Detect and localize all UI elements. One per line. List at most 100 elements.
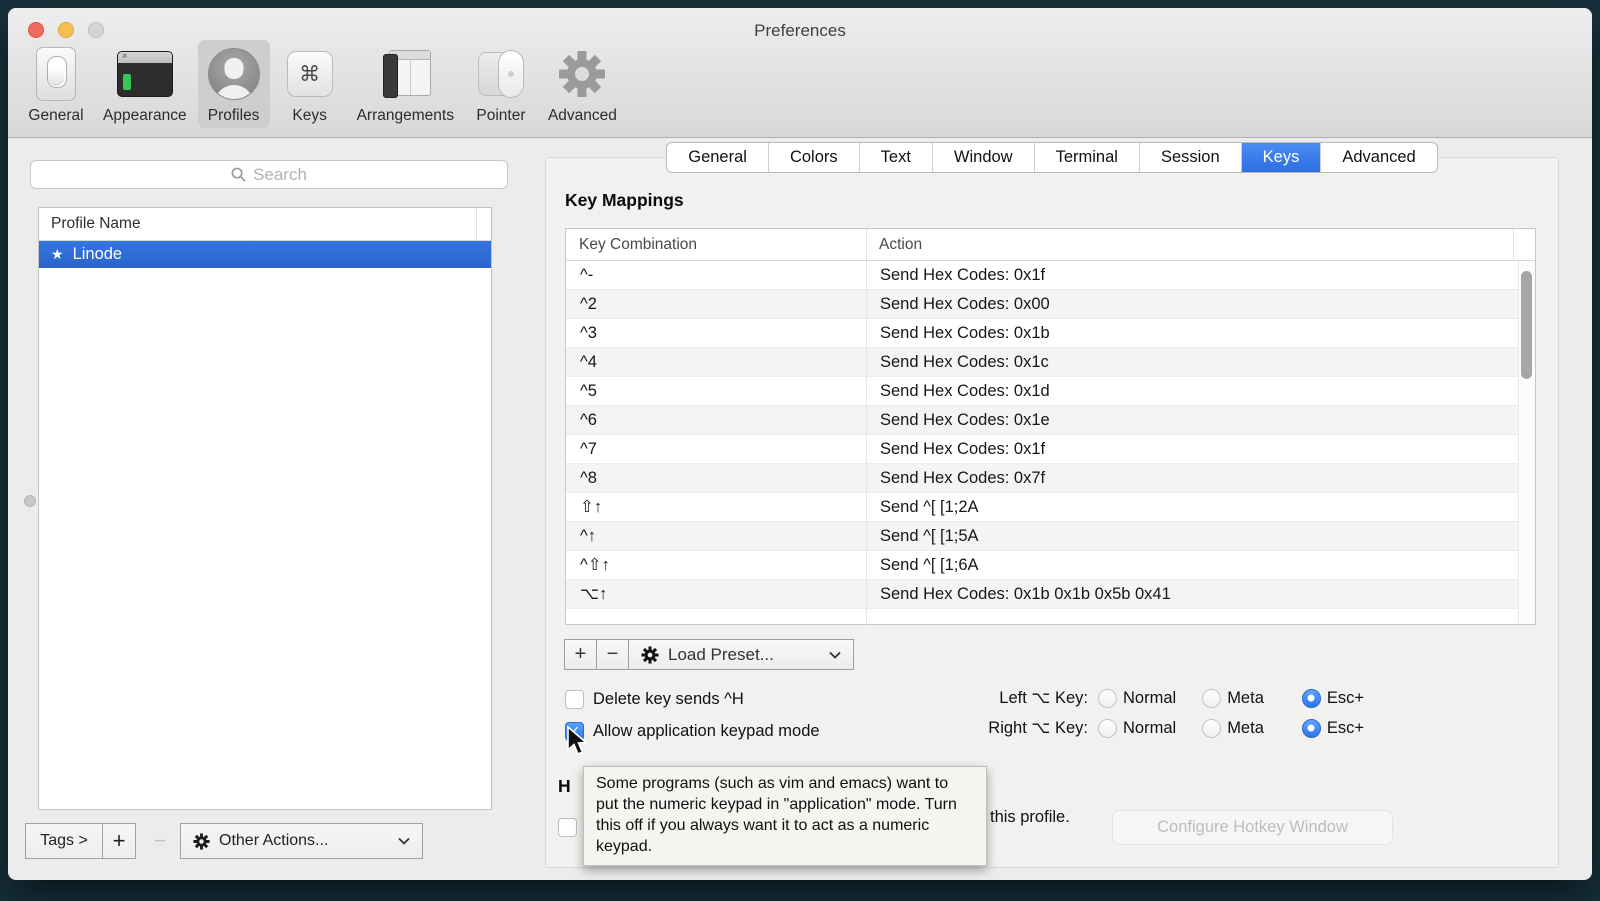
tab-window[interactable]: Window	[933, 143, 1035, 172]
key-cell: ⌥↑	[566, 584, 866, 604]
keys-icon: ⌘	[287, 51, 333, 97]
radio-label: Normal	[1123, 719, 1176, 738]
key-cell: ^↑	[566, 527, 866, 546]
hotkey-heading-fragment: H	[558, 776, 571, 797]
key-cell: ^8	[566, 469, 866, 488]
table-row[interactable]: ^-Send Hex Codes: 0x1f	[566, 261, 1535, 290]
toolbar-label: Advanced	[548, 107, 617, 125]
action-cell: Send Hex Codes: 0x1b	[866, 324, 1050, 343]
remove-mapping-button[interactable]: −	[596, 639, 629, 670]
action-cell: Send ^[ [1;2A	[866, 498, 979, 517]
tab-advanced[interactable]: Advanced	[1321, 143, 1436, 172]
key-cell: ⇧↑	[566, 497, 866, 517]
arrangements-icon	[377, 48, 433, 100]
tags-button[interactable]: Tags >	[25, 823, 103, 859]
tab-colors[interactable]: Colors	[769, 143, 860, 172]
profile-list: Profile Name ★ Linode	[38, 207, 492, 810]
delete-key-checkbox[interactable]	[565, 690, 584, 709]
scrollbar-thumb[interactable]	[1521, 271, 1532, 379]
keypad-mode-tooltip: Some programs (such as vim and emacs) wa…	[583, 766, 987, 866]
toolbar-item-arrangements[interactable]: Arrangements	[350, 40, 461, 128]
table-row[interactable]: ^3Send Hex Codes: 0x1b	[566, 319, 1535, 348]
table-row[interactable]: ^6Send Hex Codes: 0x1e	[566, 406, 1535, 435]
cursor-arrow-icon	[565, 726, 591, 758]
table-scrollbar[interactable]	[1518, 261, 1535, 624]
table-row[interactable]: ⌥↑Send Hex Codes: 0x1b 0x1b 0x5b 0x41	[566, 580, 1535, 609]
right-option-normal-radio[interactable]	[1098, 719, 1117, 738]
toolbar-item-keys[interactable]: ⌘ Keys	[274, 40, 346, 128]
key-cell: ^2	[566, 295, 866, 314]
key-mappings-heading: Key Mappings	[565, 190, 684, 211]
left-option-esc-radio[interactable]	[1302, 689, 1321, 708]
table-row[interactable]: ^5Send Hex Codes: 0x1d	[566, 377, 1535, 406]
other-actions-label: Other Actions...	[219, 832, 328, 850]
table-row[interactable]: ⇧↑Send ^[ [1;2A	[566, 493, 1535, 522]
profile-row-linode[interactable]: ★ Linode	[39, 241, 491, 268]
action-cell: Send Hex Codes: 0x1b 0x1b 0x5b 0x41	[866, 585, 1171, 604]
key-cell: ^⇧↑	[566, 555, 866, 575]
column-action[interactable]: Action	[866, 236, 922, 254]
action-cell: Send Hex Codes: 0x7f	[866, 469, 1045, 488]
gear-icon	[193, 833, 210, 850]
radio-label: Meta	[1227, 719, 1264, 738]
add-profile-button[interactable]: +	[102, 823, 136, 859]
table-row[interactable]: ^7Send Hex Codes: 0x1f	[566, 435, 1535, 464]
advanced-gear-icon	[553, 45, 611, 103]
toolbar-item-pointer[interactable]: Pointer	[465, 40, 537, 128]
load-preset-dropdown[interactable]: Load Preset...	[628, 639, 854, 670]
table-body: ^-Send Hex Codes: 0x1f ^2Send Hex Codes:…	[566, 261, 1535, 625]
tab-general[interactable]: General	[667, 143, 769, 172]
search-input[interactable]: Search	[30, 160, 508, 189]
left-option-meta-radio[interactable]	[1202, 689, 1221, 708]
table-row[interactable]: ^8Send Hex Codes: 0x7f	[566, 464, 1535, 493]
table-row[interactable]: ^2Send Hex Codes: 0x00	[566, 290, 1535, 319]
hotkey-checkbox[interactable]	[558, 818, 577, 837]
action-cell: Send Hex Codes: 0x1d	[866, 382, 1050, 401]
add-mapping-button[interactable]: +	[564, 639, 597, 670]
toolbar-label: Pointer	[476, 107, 525, 125]
action-cell: Send Hex Codes: 0x1f	[866, 440, 1045, 459]
key-cell: ^-	[566, 266, 866, 285]
table-row[interactable]: ^↑Send ^[ [1;5A	[566, 522, 1535, 551]
column-key-combination[interactable]: Key Combination	[566, 236, 866, 254]
toolbar-label: Appearance	[103, 107, 187, 125]
table-row[interactable]: ^4Send Hex Codes: 0x1c	[566, 348, 1535, 377]
key-mappings-table: Key Combination Action ^-Send Hex Codes:…	[565, 228, 1536, 625]
left-option-key-label: Left ⌥ Key:	[908, 688, 1088, 708]
radio-label: Esc+	[1327, 719, 1364, 738]
key-cell: ^5	[566, 382, 866, 401]
load-preset-label: Load Preset...	[668, 645, 774, 665]
key-cell: ^7	[566, 440, 866, 459]
toolbar-item-advanced[interactable]: Advanced	[541, 40, 624, 128]
splitter-handle[interactable]	[24, 495, 36, 507]
configure-hotkey-window-button[interactable]: Configure Hotkey Window	[1112, 810, 1393, 845]
general-icon	[36, 47, 76, 101]
right-option-esc-radio[interactable]	[1302, 719, 1321, 738]
radio-label: Meta	[1227, 689, 1264, 708]
window-title: Preferences	[8, 21, 1592, 41]
gear-icon	[641, 646, 659, 664]
key-cell: ^6	[566, 411, 866, 430]
profile-list-header[interactable]: Profile Name	[39, 208, 491, 241]
left-option-normal-radio[interactable]	[1098, 689, 1117, 708]
profile-tab-bar: General Colors Text Window Terminal Sess…	[666, 142, 1437, 173]
other-actions-menu[interactable]: Other Actions...	[180, 823, 423, 859]
radio-label: Esc+	[1327, 689, 1364, 708]
table-row[interactable]: ^⇧↑Send ^[ [1;6A	[566, 551, 1535, 580]
tab-session[interactable]: Session	[1140, 143, 1242, 172]
table-header: Key Combination Action	[566, 229, 1535, 261]
tab-keys[interactable]: Keys	[1242, 143, 1322, 172]
toolbar-item-general[interactable]: General	[20, 40, 92, 128]
appearance-icon	[117, 51, 173, 97]
action-cell: Send Hex Codes: 0x1e	[866, 411, 1050, 430]
action-cell: Send Hex Codes: 0x00	[866, 295, 1050, 314]
action-cell: Send ^[ [1;6A	[866, 556, 979, 575]
right-option-meta-radio[interactable]	[1202, 719, 1221, 738]
pointer-icon	[474, 48, 528, 100]
action-cell: Send Hex Codes: 0x1c	[866, 353, 1049, 372]
remove-profile-button[interactable]: −	[146, 823, 174, 859]
tab-text[interactable]: Text	[860, 143, 933, 172]
toolbar-item-profiles[interactable]: Profiles	[198, 40, 270, 128]
tab-terminal[interactable]: Terminal	[1035, 143, 1140, 172]
toolbar-item-appearance[interactable]: Appearance	[96, 40, 194, 128]
